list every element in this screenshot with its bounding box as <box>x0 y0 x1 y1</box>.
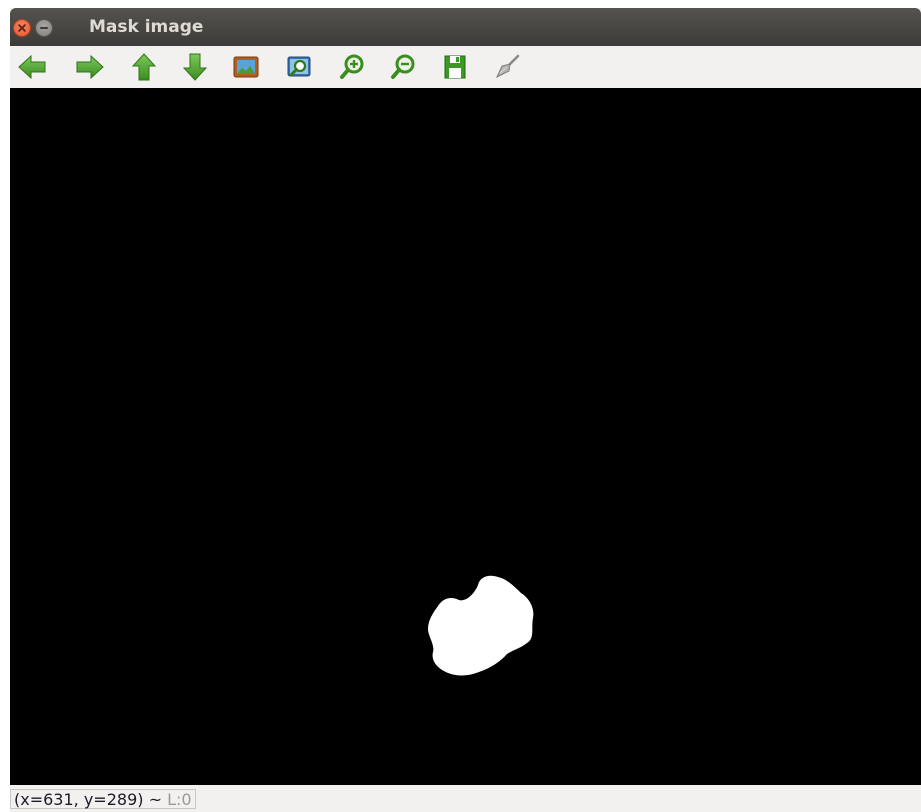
window-title: Mask image <box>89 17 204 37</box>
minimize-window-button[interactable] <box>35 19 53 37</box>
zoom-fit-icon <box>287 56 311 77</box>
original-size-button[interactable] <box>229 51 263 83</box>
properties-brush-icon <box>495 54 520 79</box>
pan-up-button[interactable] <box>127 51 161 83</box>
cursor-coordinates: (x=631, y=289) <box>14 790 144 809</box>
status-separator: ~ <box>148 790 162 809</box>
zoom-in-button[interactable] <box>335 51 369 83</box>
title-bar[interactable]: Mask image <box>10 8 921 46</box>
status-bar: (x=631, y=289) ~ L:0 <box>10 785 921 812</box>
save-button[interactable] <box>438 51 472 83</box>
pan-down-icon <box>182 53 208 81</box>
pan-right-icon <box>76 54 104 80</box>
image-canvas[interactable] <box>10 88 921 785</box>
zoom-fit-button[interactable] <box>282 51 316 83</box>
mask-blob <box>428 575 534 676</box>
zoom-out-button[interactable] <box>386 51 420 83</box>
save-icon <box>444 55 466 79</box>
pan-left-icon <box>18 54 46 80</box>
mask-image <box>428 575 534 676</box>
zoom-in-icon <box>340 54 364 79</box>
pan-left-button[interactable] <box>15 51 49 83</box>
zoom-out-icon <box>391 54 415 79</box>
properties-button[interactable] <box>490 51 524 83</box>
pan-up-icon <box>131 53 157 81</box>
close-window-button[interactable] <box>13 19 31 37</box>
pan-right-button[interactable] <box>73 51 107 83</box>
toolbar <box>10 46 921 88</box>
mask-image-window: Mask image (x=631, y=289) ~ L:0 <box>10 8 921 812</box>
level-value: L:0 <box>167 790 192 809</box>
status-readout: (x=631, y=289) ~ L:0 <box>10 789 196 809</box>
original-size-icon <box>233 56 259 78</box>
pan-down-button[interactable] <box>178 51 212 83</box>
